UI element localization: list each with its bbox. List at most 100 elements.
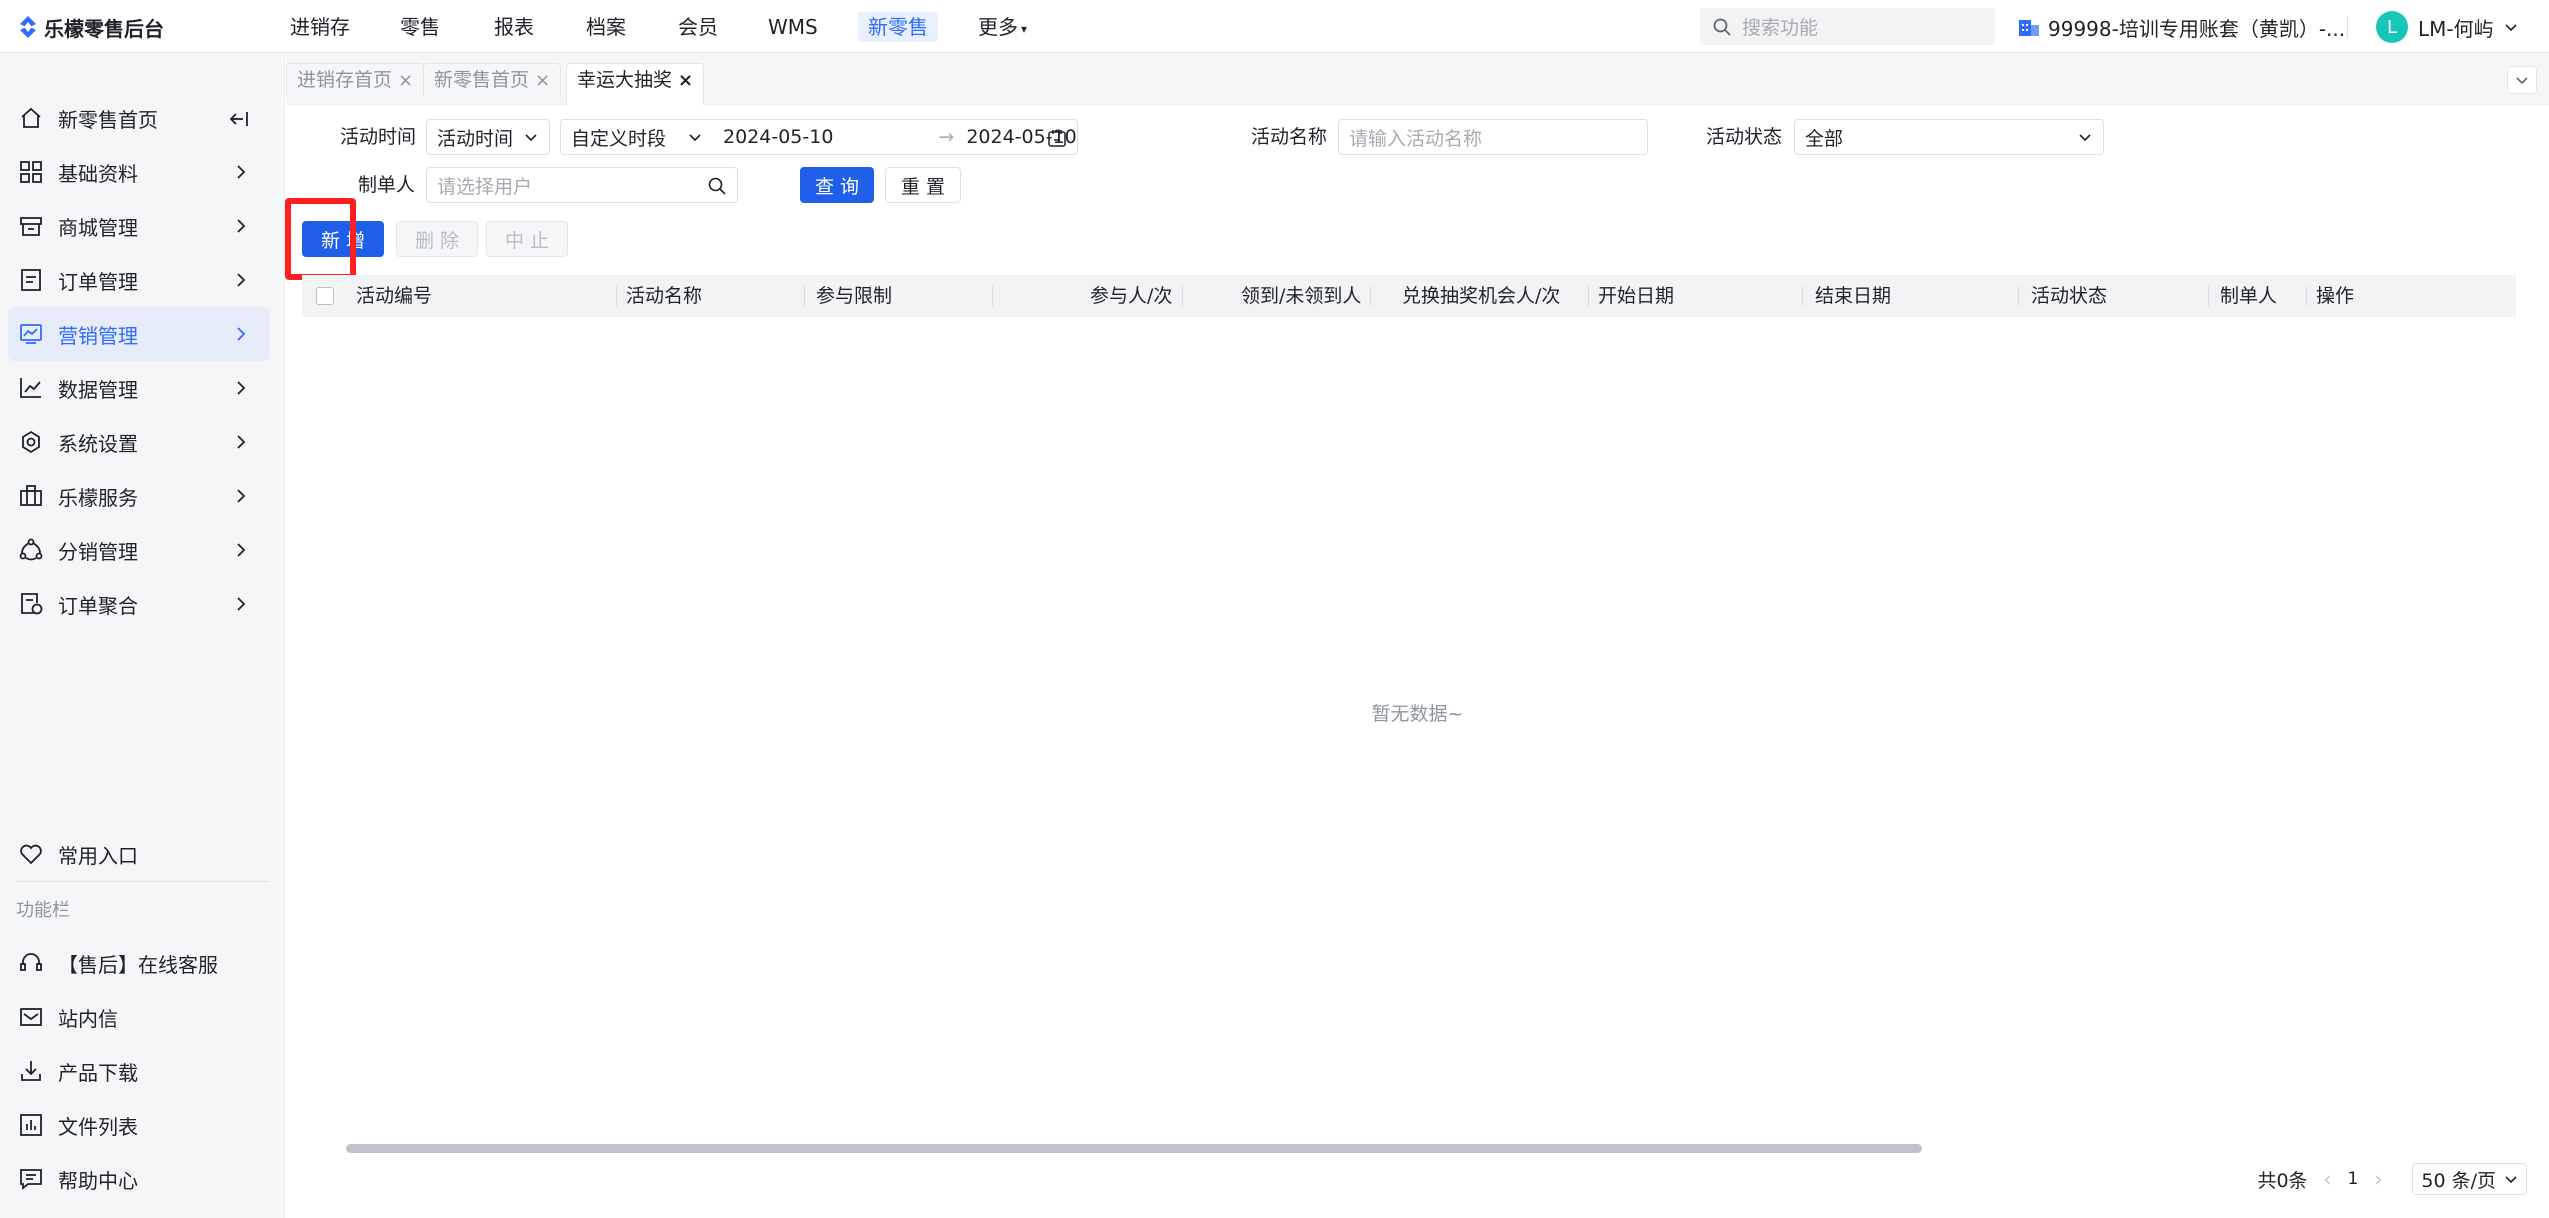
chevron-down-icon (2516, 77, 2528, 85)
creator-select[interactable]: 请选择用户 (426, 167, 738, 203)
sidebar-tool-online-service[interactable]: 【售后】在线客服 (0, 936, 270, 990)
sidebar-tool-messages[interactable]: 站内信 (0, 990, 270, 1044)
sidebar-tool-file-list[interactable]: 文件列表 (0, 1098, 270, 1152)
tab-new-retail-home[interactable]: 新零售首页 × (423, 63, 562, 97)
chevron-right-icon (237, 327, 246, 341)
tab-lucky-draw[interactable]: 幸运大抽奖 × (566, 63, 705, 105)
nav-new-retail[interactable]: 新零售 (858, 12, 938, 42)
avatar: L (2376, 11, 2408, 43)
caret-down-icon: ▾ (1021, 21, 1028, 36)
select-all-checkbox[interactable] (316, 287, 334, 305)
briefcase-icon (20, 485, 42, 506)
sidebar-item-mall[interactable]: 商城管理 (0, 199, 270, 253)
document-clock-icon (21, 593, 43, 615)
highlight-box (285, 198, 356, 280)
delete-button[interactable]: 删 除 (396, 221, 478, 257)
activity-name-input[interactable]: 请输入活动名称 (1338, 119, 1648, 155)
marketing-chart-icon (20, 324, 42, 344)
sidebar-item-order-aggregation[interactable]: 订单聚合 (0, 577, 270, 631)
sidebar-favorites[interactable]: 常用入口 (0, 827, 270, 881)
page-size-value: 50 条/页 (2421, 1169, 2496, 1192)
sidebar-tool-help[interactable]: 帮助中心 (0, 1152, 270, 1206)
brand-logo-icon (20, 16, 36, 38)
tab-inventory-home[interactable]: 进销存首页 × (286, 63, 425, 97)
page-size-select[interactable]: 50 条/页 (2412, 1163, 2527, 1195)
mail-icon (20, 1008, 42, 1026)
column-divider (2208, 286, 2209, 306)
building-icon (2019, 20, 2039, 36)
sidebar-tool-label: 文件列表 (58, 1114, 138, 1139)
empty-state: 暂无数据~ (1371, 703, 1464, 725)
column-start-date[interactable]: 开始日期 (1598, 275, 1674, 317)
reset-button[interactable]: 重 置 (885, 167, 961, 203)
tab-bar: 进销存首页 × 新零售首页 × 幸运大抽奖 × (286, 53, 2549, 105)
query-button[interactable]: 查 询 (800, 167, 874, 203)
account-switcher[interactable]: 99998-培训专用账套（黄凯）-... (2018, 12, 2345, 42)
column-activity-id[interactable]: 活动编号 (356, 275, 432, 317)
creator-label: 制单人 (358, 174, 416, 196)
nav-more[interactable]: 更多 ▾ (968, 12, 1037, 42)
chevron-right-icon (237, 435, 246, 449)
close-icon[interactable]: × (678, 70, 693, 91)
nav-retail[interactable]: 零售 (390, 12, 450, 42)
sidebar-item-distribution[interactable]: 分销管理 (0, 523, 270, 577)
close-icon[interactable]: × (398, 70, 413, 91)
start-date[interactable]: 2024-05-10 (723, 126, 833, 148)
top-bar: 乐檬零售后台 进销存 零售 报表 档案 会员 WMS 新零售 更多 ▾ 搜索功能 … (0, 0, 2549, 53)
chevron-right-icon (237, 165, 246, 179)
sidebar-item-services[interactable]: 乐檬服务 (0, 469, 270, 523)
sidebar-item-new-retail-home[interactable]: 新零售首页 (0, 91, 270, 145)
period-value: 自定义时段 (571, 127, 667, 150)
sidebar-item-orders[interactable]: 订单管理 (0, 253, 270, 307)
distribution-icon (19, 538, 43, 561)
app-title: 乐檬零售后台 (44, 16, 164, 41)
sidebar-item-settings[interactable]: 系统设置 (0, 415, 270, 469)
sidebar-tool-label: 【售后】在线客服 (58, 952, 218, 977)
sidebar-item-marketing[interactable]: 营销管理 (8, 307, 270, 361)
chevron-right-icon (237, 273, 246, 287)
date-range-picker[interactable]: 2024-05-10 → 2024-05-10 (711, 119, 1078, 155)
nav-reports[interactable]: 报表 (484, 12, 544, 42)
column-exchange[interactable]: 兑换抽奖机会人/次 (1402, 275, 1560, 317)
help-chat-icon (20, 1169, 42, 1190)
column-participants[interactable]: 参与人/次 (1090, 275, 1172, 317)
collapse-sidebar-icon[interactable] (228, 108, 250, 130)
nav-wms[interactable]: WMS (758, 12, 828, 42)
prev-page-icon[interactable]: ‹ (2324, 1167, 2332, 1191)
column-end-date[interactable]: 结束日期 (1815, 275, 1891, 317)
chevron-down-icon (525, 134, 537, 142)
column-divider (2306, 286, 2307, 306)
current-page[interactable]: 1 (2348, 1169, 2359, 1189)
nav-inventory[interactable]: 进销存 (280, 12, 360, 42)
sidebar-item-data[interactable]: 数据管理 (0, 361, 270, 415)
period-select[interactable]: 自定义时段 (560, 119, 714, 155)
tab-list-dropdown[interactable] (2507, 66, 2537, 94)
creator-placeholder: 请选择用户 (437, 175, 533, 198)
search-input[interactable]: 搜索功能 (1700, 8, 1995, 45)
nav-members[interactable]: 会员 (668, 12, 728, 42)
sidebar-item-basic-data[interactable]: 基础资料 (0, 145, 270, 199)
horizontal-scrollbar[interactable] (346, 1144, 1922, 1153)
nav-archives[interactable]: 档案 (576, 12, 636, 42)
stop-button[interactable]: 中 止 (486, 221, 568, 257)
user-menu[interactable]: L LM-何屿 (2376, 10, 2518, 44)
sidebar-item-label: 分销管理 (58, 539, 138, 564)
next-page-icon[interactable]: › (2374, 1167, 2382, 1191)
search-icon (1713, 18, 1731, 36)
chevron-down-icon (689, 134, 701, 142)
column-claimed[interactable]: 领到/未领到人 (1241, 275, 1361, 317)
column-divider (992, 286, 993, 306)
column-activity-name[interactable]: 活动名称 (626, 275, 702, 317)
time-type-select[interactable]: 活动时间 (426, 119, 550, 155)
close-icon[interactable]: × (535, 70, 550, 91)
column-status[interactable]: 活动状态 (2031, 275, 2107, 317)
sidebar-item-label: 基础资料 (58, 161, 138, 186)
app-logo[interactable]: 乐檬零售后台 (18, 12, 164, 42)
chevron-right-icon (237, 489, 246, 503)
account-name: 99998-培训专用账套（黄凯）-... (2048, 16, 2346, 41)
chevron-down-icon (2505, 1176, 2517, 1184)
column-creator[interactable]: 制单人 (2220, 275, 2277, 317)
sidebar-tool-downloads[interactable]: 产品下载 (0, 1044, 270, 1098)
activity-status-select[interactable]: 全部 (1794, 119, 2104, 155)
column-participation-limit[interactable]: 参与限制 (816, 275, 892, 317)
